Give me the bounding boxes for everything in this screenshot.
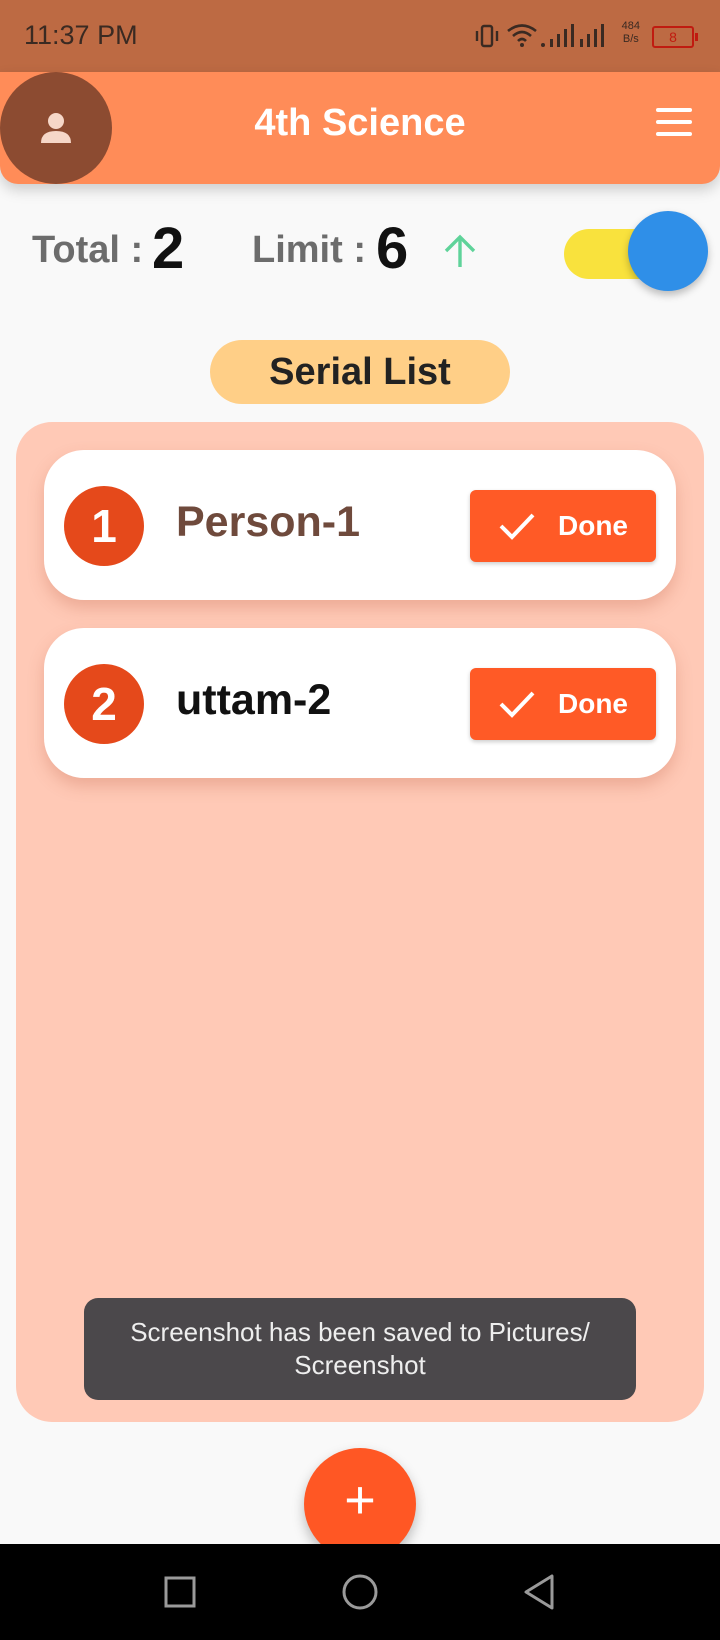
signal-icon — [580, 24, 604, 47]
person-name: uttam-2 — [176, 676, 332, 724]
home-icon[interactable] — [336, 1568, 384, 1616]
recent-apps-icon[interactable] — [156, 1568, 204, 1616]
hamburger-menu-icon — [654, 108, 694, 136]
arrow-up-icon[interactable] — [440, 231, 480, 271]
status-bar: 11:37 PM 484 B/s 8 — [0, 0, 720, 72]
page-title: 4th Science — [254, 102, 466, 144]
person-name: Person-1 — [176, 498, 361, 546]
serial-list-heading: Serial List — [210, 340, 510, 404]
limit-label: Limit : — [252, 229, 366, 271]
done-button-label: Done — [558, 510, 628, 541]
network-speed: 484 B/s — [622, 20, 640, 46]
serial-number-badge: 2 — [64, 664, 144, 744]
limit-value: 6 — [376, 216, 409, 281]
toast-message: Screenshot has been saved to Pictures/ S… — [84, 1298, 636, 1400]
list-item: 2 uttam-2 Done — [44, 628, 676, 778]
network-speed-unit: B/s — [622, 33, 639, 45]
check-icon — [499, 691, 535, 718]
total-label: Total : — [32, 229, 144, 271]
status-time: 11:37 PM — [24, 20, 138, 50]
battery-level: 8 — [669, 29, 677, 45]
battery-icon: 8 — [652, 26, 698, 48]
signal-icon — [541, 24, 574, 47]
toggle-knob[interactable] — [628, 211, 708, 291]
toast-line-1: Screenshot has been saved to Pictures/ — [130, 1317, 590, 1347]
vibrate-icon — [475, 24, 499, 48]
stats-row: Total : 2 Limit : 6 — [0, 205, 720, 305]
total-value: 2 — [152, 216, 185, 281]
serial-number-badge: 1 — [64, 486, 144, 566]
serial-list-panel: 1 Person-1 Done 2 uttam-2 Done — [16, 422, 704, 1422]
back-icon[interactable] — [516, 1568, 564, 1616]
check-icon — [499, 513, 535, 540]
menu-button[interactable] — [654, 108, 694, 148]
done-button[interactable]: Done — [470, 490, 656, 562]
toast-line-2: Screenshot — [294, 1350, 426, 1380]
app-header: 4th Science — [0, 72, 720, 184]
network-speed-value: 484 — [621, 20, 640, 32]
list-item: 1 Person-1 Done — [44, 450, 676, 600]
system-nav-bar — [0, 1544, 720, 1640]
done-button[interactable]: Done — [470, 668, 656, 740]
done-button-label: Done — [558, 688, 628, 719]
status-icons: 484 B/s 8 — [460, 0, 720, 72]
wifi-icon — [507, 24, 537, 47]
